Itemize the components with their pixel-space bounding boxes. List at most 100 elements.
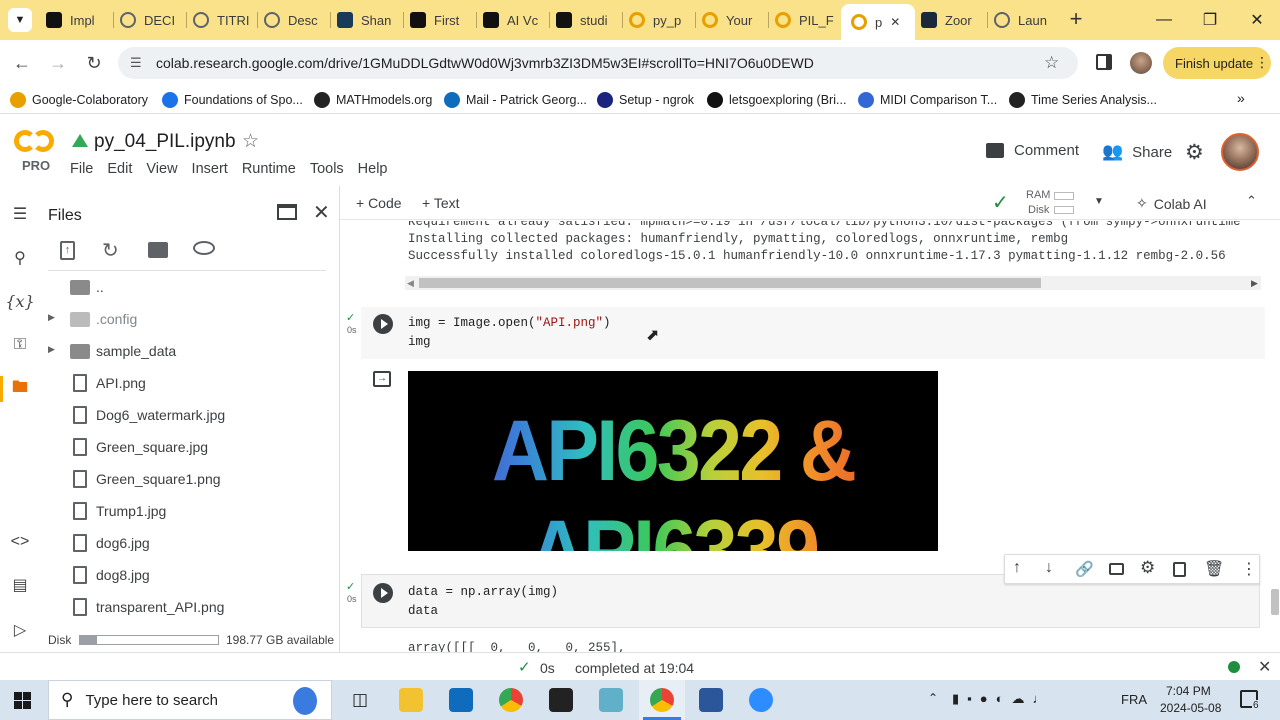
search-icon[interactable]: ⚲ <box>6 244 34 272</box>
tab-7[interactable]: studi <box>556 6 620 34</box>
bookmark-item[interactable]: MIDI Comparison T... <box>858 91 997 109</box>
tab-10[interactable]: PIL_F <box>775 6 839 34</box>
cell-settings-icon[interactable]: ⚙ <box>1140 558 1155 578</box>
move-up-icon[interactable]: ↑ <box>1013 559 1021 577</box>
run-cell-button[interactable] <box>373 314 393 334</box>
file-item[interactable]: API.png <box>40 368 330 398</box>
file-item[interactable]: Trump1.jpg <box>40 496 330 526</box>
tab-12[interactable]: Zoor <box>921 6 985 34</box>
cell-comment-icon[interactable] <box>1109 563 1124 575</box>
restore-button[interactable]: ❐ <box>1187 0 1233 40</box>
menu-help[interactable]: Help <box>358 161 388 177</box>
file-item[interactable]: Green_square.jpg <box>40 432 330 462</box>
share-button[interactable]: 👥 Share <box>1102 142 1172 162</box>
file-item[interactable]: Green_square1.png <box>40 464 330 494</box>
mirror-cell-icon[interactable] <box>1173 562 1186 577</box>
profile-avatar[interactable] <box>1130 52 1152 74</box>
account-avatar[interactable] <box>1221 133 1259 171</box>
bookmark-item[interactable]: Foundations of Spo... <box>162 91 303 109</box>
link-icon[interactable]: 🔗 <box>1075 560 1094 578</box>
file-item[interactable]: transparent_API.png <box>40 592 330 622</box>
word-icon[interactable] <box>699 688 723 712</box>
cell1-line1[interactable]: img = Image.open("API.png") <box>408 316 611 330</box>
windows-start-icon[interactable] <box>14 692 31 709</box>
close-tab-icon[interactable]: ✕ <box>890 15 900 29</box>
taskbar-search-box[interactable]: ⚲ Type here to search <box>48 680 332 720</box>
chrome-icon[interactable] <box>499 688 523 712</box>
toc-list-icon[interactable]: ☰ <box>6 200 34 228</box>
menu-view[interactable]: View <box>146 161 177 177</box>
bookmarks-overflow-icon[interactable]: » <box>1237 90 1245 106</box>
notebook-vertical-scrollbar[interactable] <box>1271 589 1279 615</box>
menu-file[interactable]: File <box>70 161 93 177</box>
forward-button[interactable]: → <box>44 49 72 77</box>
file-item[interactable]: dog6.jpg <box>40 528 330 558</box>
menu-edit[interactable]: Edit <box>107 161 132 177</box>
tab-0[interactable]: Impl <box>46 6 110 34</box>
side-panel-icon[interactable] <box>1096 54 1112 70</box>
clock-date[interactable]: 2024-05-08 <box>1160 701 1221 715</box>
command-palette-icon[interactable]: ▤ <box>6 571 34 599</box>
outlook-icon[interactable] <box>449 688 473 712</box>
app-pen-icon[interactable] <box>599 688 623 712</box>
more-vert-icon[interactable]: ⋮ <box>1241 559 1257 579</box>
add-code-button[interactable]: + Code <box>356 195 402 211</box>
bookmark-item[interactable]: letsgoexploring (Bri... <box>707 91 846 109</box>
back-button[interactable]: ← <box>8 49 36 77</box>
move-down-icon[interactable]: ↓ <box>1045 559 1053 577</box>
tab-search-button[interactable]: ▼ <box>8 8 32 32</box>
task-view-icon[interactable]: ◫ <box>352 690 368 710</box>
scroll-left-arrow[interactable]: ◀ <box>407 278 414 289</box>
bookmark-item[interactable]: Mail - Patrick Georg... <box>444 91 587 109</box>
bookmark-item[interactable]: Time Series Analysis... <box>1009 91 1157 109</box>
file-item[interactable]: Dog6_watermark.jpg <box>40 400 330 430</box>
clock-time[interactable]: 7:04 PM <box>1166 684 1211 698</box>
comment-button[interactable]: Comment <box>986 142 1079 159</box>
notebook-title[interactable]: py_04_PIL.ipynb <box>94 131 236 153</box>
file-explorer-icon[interactable] <box>399 688 423 712</box>
tab-13[interactable]: Laun <box>994 6 1058 34</box>
tab-11[interactable]: p ✕ <box>841 4 915 40</box>
add-text-button[interactable]: + Text <box>422 195 460 211</box>
settings-gear-icon[interactable]: ⚙ <box>1185 140 1204 165</box>
tray-icons[interactable]: ▮▪●◐☁♩ <box>952 691 1053 707</box>
terminal-app-icon[interactable] <box>549 688 573 712</box>
finish-update-button[interactable]: Finish update ⋮ <box>1163 47 1271 79</box>
folder-item[interactable]: ▶ .config <box>40 304 330 334</box>
menu-runtime[interactable]: Runtime <box>242 161 296 177</box>
bookmark-star-icon[interactable]: ☆ <box>1044 53 1059 73</box>
colab-ai-button[interactable]: ✧ Colab AI <box>1136 195 1207 212</box>
tab-6[interactable]: AI Vc <box>483 6 547 34</box>
menu-tools[interactable]: Tools <box>310 161 344 177</box>
upload-file-icon[interactable]: ↑ <box>60 241 75 260</box>
expand-chevron-icon[interactable]: ▶ <box>48 344 55 355</box>
cell1-line2[interactable]: img <box>408 335 431 349</box>
show-hidden-icons[interactable]: ⌃ <box>928 691 938 705</box>
url-field[interactable]: ☰ colab.research.google.com/drive/1GMuDD… <box>118 47 1078 79</box>
close-window-button[interactable]: ✕ <box>1234 0 1280 40</box>
output-icon[interactable]: → <box>373 371 391 387</box>
scrollbar-thumb[interactable] <box>419 278 1041 288</box>
collapse-header-icon[interactable]: ⌃ <box>1246 193 1257 209</box>
tab-5[interactable]: First <box>410 6 474 34</box>
folder-icon[interactable]: 🖿 <box>6 375 34 403</box>
resources-dropdown-icon[interactable]: ▼ <box>1094 196 1104 207</box>
close-status-icon[interactable]: ✕ <box>1258 657 1271 677</box>
code-snippets-icon[interactable]: <> <box>6 528 34 556</box>
mount-drive-icon[interactable] <box>148 242 168 258</box>
open-in-tab-icon[interactable] <box>277 204 297 220</box>
star-icon[interactable]: ☆ <box>242 130 259 153</box>
bookmark-item[interactable]: Setup - ngrok <box>597 91 694 109</box>
close-panel-icon[interactable]: ✕ <box>313 200 330 225</box>
tab-8[interactable]: py_p <box>629 6 693 34</box>
bookmark-item[interactable]: MATHmodels.org <box>314 91 432 109</box>
refresh-icon[interactable]: ↻ <box>102 238 119 263</box>
bookmark-item[interactable]: Google-Colaboratory <box>10 91 148 109</box>
terminal-icon[interactable]: ▷ <box>6 616 34 644</box>
cell2-line2[interactable]: data <box>408 604 438 618</box>
cell2-line1[interactable]: data = np.array(img) <box>408 585 558 599</box>
colab-logo[interactable] <box>14 128 58 156</box>
zoom-icon[interactable] <box>749 688 773 712</box>
delete-icon[interactable]: 🗑 <box>1204 559 1224 579</box>
language-indicator[interactable]: FRA <box>1121 692 1147 707</box>
